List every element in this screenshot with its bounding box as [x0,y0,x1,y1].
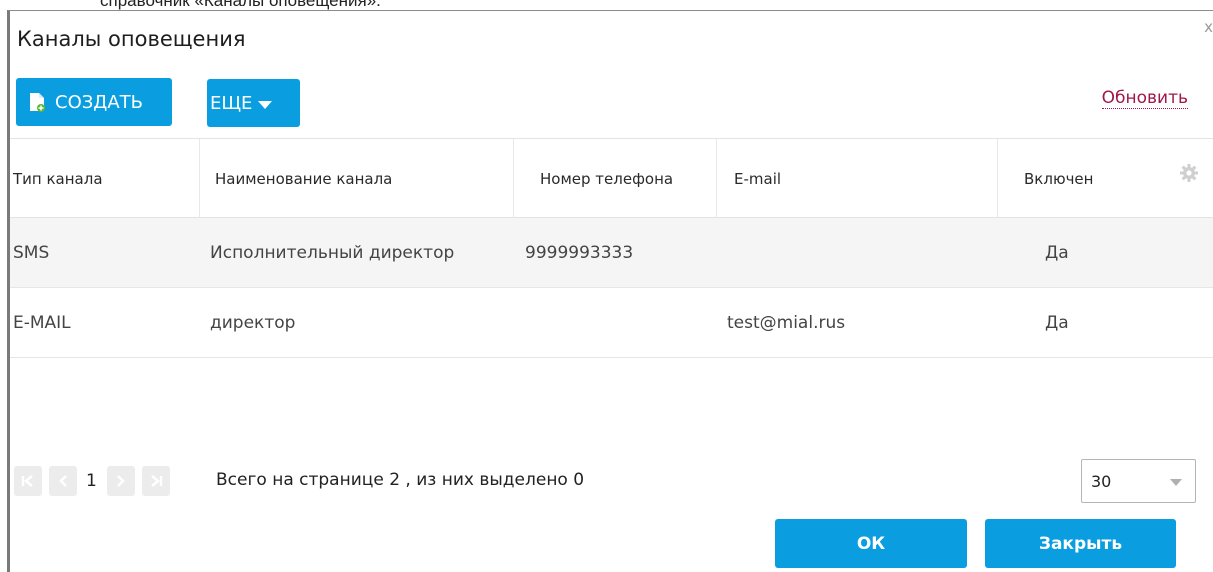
table-row[interactable]: E-MAIL директор test@mial.rus Да [10,288,1213,358]
pagination: 1 [14,466,177,496]
first-page-button[interactable] [14,466,42,496]
channels-table: Тип канала Наименование канала Номер тел… [10,138,1213,358]
more-button-label: ЕЩЕ [210,92,253,114]
caret-down-icon [258,100,273,109]
dialog-title: Каналы оповещения [17,27,246,51]
table-header: Тип канала Наименование канала Номер тел… [10,138,1213,219]
page-size-select[interactable]: 30 [1081,459,1196,503]
close-icon[interactable]: x [1204,20,1213,35]
table-row[interactable]: SMS Исполнительный директор 9999993333 Д… [10,218,1213,288]
cell-enabled: Да [1045,313,1069,333]
column-header-name[interactable]: Наименование канала [199,139,513,219]
close-button[interactable]: Закрыть [985,519,1176,568]
chevron-down-icon [1170,479,1182,486]
last-page-button[interactable] [141,466,170,496]
page-size-value: 30 [1091,471,1112,491]
next-page-button[interactable] [106,466,135,496]
new-document-icon [29,92,45,112]
column-header-email[interactable]: E-mail [716,139,997,219]
cell-enabled: Да [1045,243,1069,263]
prev-page-button[interactable] [49,466,77,496]
cell-name: Исполнительный директор [210,243,455,263]
ok-button[interactable]: ОК [775,519,967,568]
create-button-label: СОЗДАТЬ [55,91,143,113]
column-header-phone[interactable]: Номер телефона [513,139,716,219]
notification-channels-dialog: Каналы оповещения x СОЗДАТЬ ЕЩЕ Обновить… [7,10,1213,572]
column-header-type[interactable]: Тип канала [10,139,199,219]
cell-type: SMS [13,243,50,263]
pager-summary: Всего на странице 2 , из них выделено 0 [216,470,585,490]
gear-icon[interactable] [1179,163,1199,183]
cell-email: test@mial.rus [727,313,846,333]
cell-phone: 9999993333 [525,243,634,263]
cell-type: E-MAIL [13,313,71,333]
refresh-link[interactable]: Обновить [1101,88,1188,109]
create-button[interactable]: СОЗДАТЬ [16,78,172,126]
more-button[interactable]: ЕЩЕ [207,79,300,127]
current-page-number: 1 [86,471,97,491]
cell-name: директор [210,313,296,333]
